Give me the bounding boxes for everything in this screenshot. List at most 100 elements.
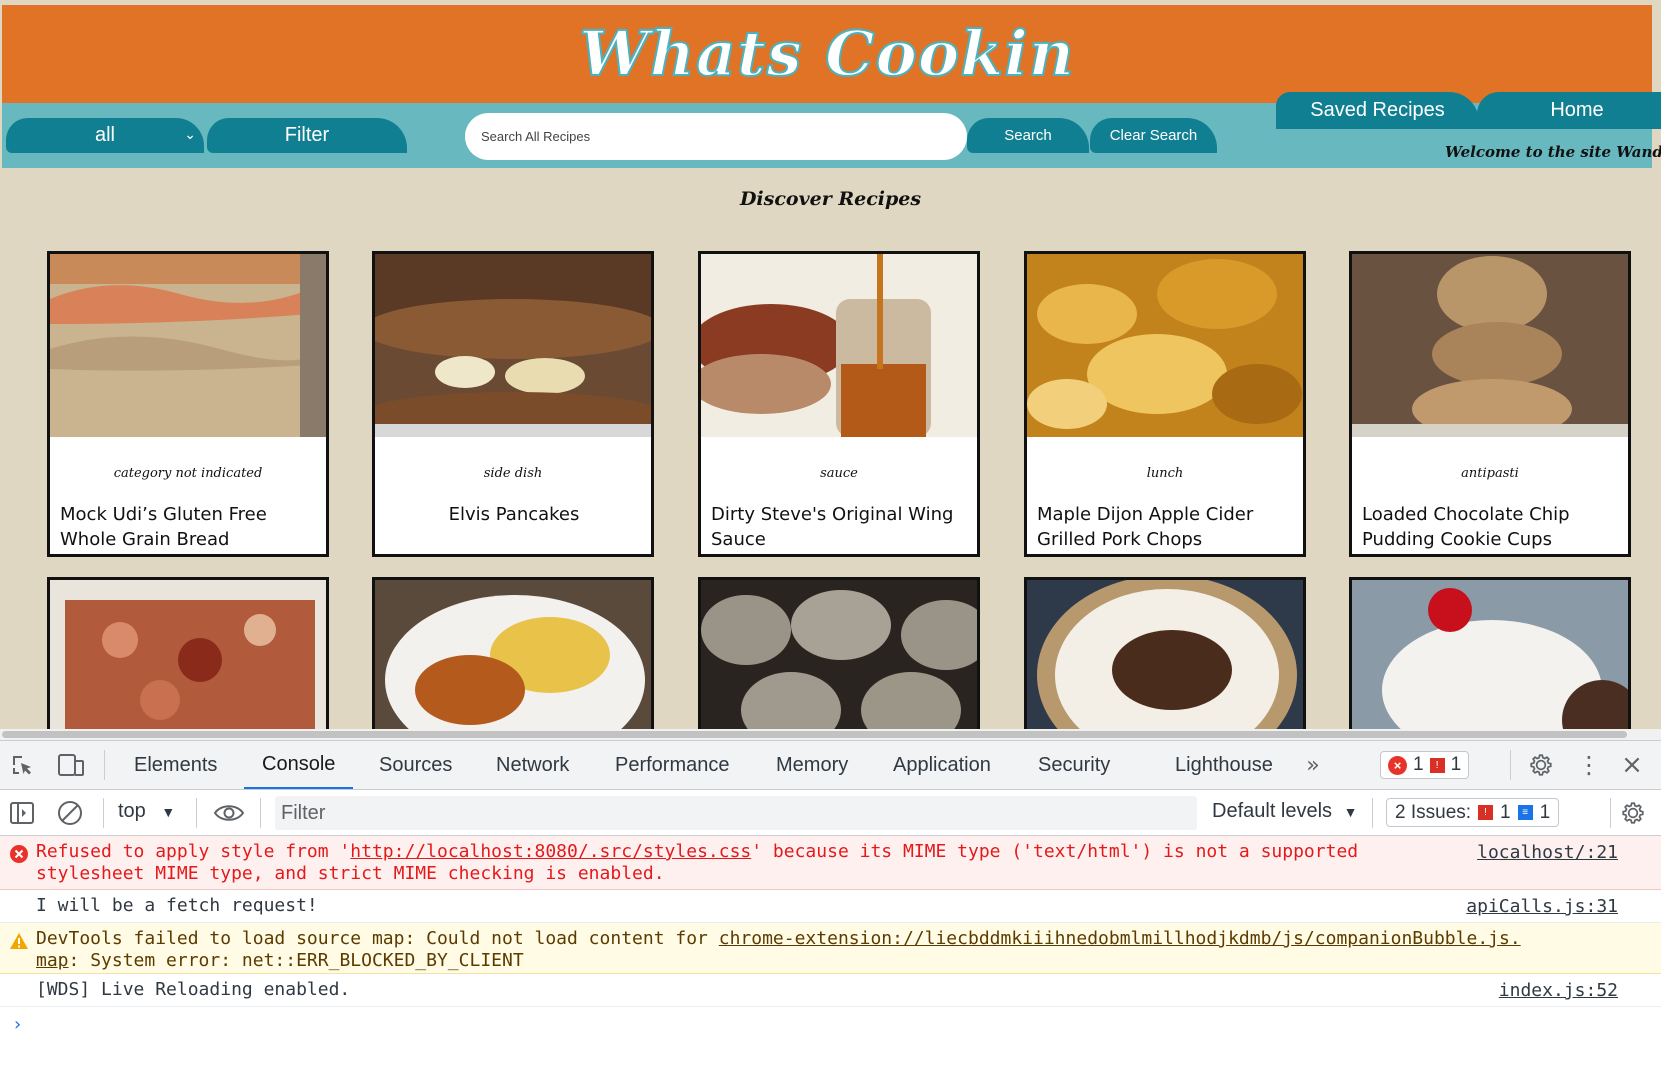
search-input[interactable]: Search All Recipes	[465, 113, 967, 160]
warning-icon	[10, 933, 28, 949]
recipe-card[interactable]: side dish Elvis Pancakes	[372, 251, 654, 557]
console-log-message: I will be a fetch request! apiCalls.js:3…	[0, 890, 1661, 923]
more-options-icon[interactable]: ⋮	[1576, 751, 1602, 779]
issue-flag-icon: !	[1429, 757, 1445, 773]
tab-network[interactable]: Network	[496, 741, 569, 789]
tab-elements[interactable]: Elements	[134, 741, 217, 789]
source-map-link[interactable]: chrome-extension://liecbddmkiiihnedobmlm…	[719, 928, 1521, 949]
log-levels-value: Default levels	[1212, 800, 1333, 822]
toolbar-divider	[260, 798, 261, 828]
category-select-value: all	[94, 124, 115, 146]
saved-recipes-button[interactable]: Saved Recipes	[1276, 92, 1479, 129]
caret-down-icon: ▼	[161, 804, 176, 820]
log-levels-select[interactable]: Default levels ▼	[1212, 800, 1357, 823]
error-icon	[10, 845, 28, 863]
console-settings-gear-icon[interactable]	[1618, 799, 1648, 827]
console-messages: Refused to apply style from 'http://loca…	[0, 836, 1661, 1079]
page-horizontal-scrollbar[interactable]	[0, 729, 1661, 740]
chocolate-tart-photo	[1027, 580, 1303, 735]
more-tabs-icon[interactable]: »	[1300, 751, 1326, 779]
toolbar-divider	[1510, 750, 1511, 780]
settings-gear-icon[interactable]	[1526, 751, 1556, 779]
log-text: [WDS] Live Reloading enabled.	[36, 979, 351, 1000]
tab-console[interactable]: Console	[244, 741, 354, 789]
error-line-2: stylesheet MIME type, and strict MIME ch…	[36, 863, 665, 884]
tab-security[interactable]: Security	[1038, 741, 1110, 789]
filter-placeholder: Filter	[281, 801, 326, 824]
stylesheet-link[interactable]: http://localhost:8080/.src/styles.css	[350, 841, 751, 862]
recipe-category: side dish	[483, 466, 543, 481]
context-select[interactable]: top ▼	[118, 800, 175, 823]
chevron-down-icon: ⌄	[184, 126, 196, 142]
clear-console-icon[interactable]	[56, 799, 84, 827]
scrollbar-thumb[interactable]	[2, 731, 1627, 738]
message-source-link[interactable]: apiCalls.js:31	[1466, 896, 1618, 917]
caret-down-icon: ▼	[1343, 804, 1358, 820]
close-icon[interactable]: ×	[1618, 750, 1646, 780]
recipe-category: category not indicated	[113, 466, 263, 481]
warning-line-1: DevTools failed to load source map: Coul…	[36, 928, 1521, 950]
console-warning-message: DevTools failed to load source map: Coul…	[0, 923, 1661, 974]
chicken-slaw-photo	[375, 580, 651, 735]
search-placeholder: Search All Recipes	[481, 129, 591, 144]
issues-info-count: 1	[1539, 801, 1551, 823]
issues-button[interactable]: 2 Issues: ! 1 ≡ 1	[1386, 798, 1560, 827]
recipe-card[interactable]	[372, 577, 654, 735]
cookies-rack-photo	[701, 580, 977, 735]
issues-error-count: 1	[1500, 801, 1511, 823]
pork-chops-photo	[1027, 254, 1303, 437]
sauce-jar-photo	[701, 254, 977, 437]
tab-sources[interactable]: Sources	[379, 741, 452, 789]
inspect-element-icon[interactable]	[8, 751, 36, 779]
issue-flag-count: 1	[1450, 754, 1462, 775]
issues-label: 2 Issues:	[1395, 801, 1472, 823]
recipe-category: lunch	[1146, 466, 1184, 481]
message-source-link[interactable]: localhost/:21	[1477, 842, 1618, 863]
filter-button[interactable]: Filter	[207, 118, 407, 153]
clear-search-button[interactable]: Clear Search	[1090, 118, 1217, 153]
search-button[interactable]: Search	[967, 118, 1089, 153]
recipe-card[interactable]: lunch Maple Dijon Apple Cider Grilled Po…	[1024, 251, 1306, 557]
device-toolbar-icon[interactable]	[56, 751, 86, 779]
home-button[interactable]: Home	[1477, 92, 1661, 129]
site-title: Whats Cookin	[578, 16, 1075, 91]
toolbar-divider	[196, 798, 197, 828]
error-count-badge[interactable]: × 1 ! 1	[1380, 751, 1470, 779]
message-source-link[interactable]: index.js:52	[1499, 980, 1618, 1001]
pizza-casserole-photo	[50, 580, 326, 735]
recipe-card[interactable]	[1349, 577, 1631, 735]
tab-lighthouse[interactable]: Lighthouse	[1175, 741, 1273, 789]
site-header: Whats Cookin	[2, 5, 1652, 103]
error-text: ' because its MIME type ('text/html') is…	[751, 841, 1359, 862]
error-icon: ×	[1388, 755, 1407, 775]
console-prompt-chevron-icon[interactable]: ›	[12, 1014, 23, 1035]
discover-title: Discover Recipes	[739, 188, 922, 210]
error-line-1: Refused to apply style from 'http://loca…	[36, 841, 1358, 863]
recipe-card[interactable]	[1024, 577, 1306, 735]
recipe-name: Elvis Pancakes	[448, 504, 580, 525]
error-text: Refused to apply style from '	[36, 841, 351, 862]
tab-memory[interactable]: Memory	[776, 741, 848, 789]
tab-performance[interactable]: Performance	[615, 741, 730, 789]
recipe-category: antipasti	[1461, 466, 1519, 481]
issue-info-icon: ≡	[1517, 805, 1533, 820]
sidebar-toggle-icon[interactable]	[8, 799, 36, 827]
recipe-card[interactable]	[47, 577, 329, 735]
devtools-tab-bar: Elements Console Sources Network Perform…	[0, 741, 1661, 790]
recipe-card[interactable]: sauce Dirty Steve's Original Wing Sauce	[698, 251, 980, 557]
recipe-card[interactable]: antipasti Loaded Chocolate Chip Pudding …	[1349, 251, 1631, 557]
console-error-message: Refused to apply style from 'http://loca…	[0, 836, 1661, 890]
recipe-category: sauce	[820, 466, 858, 481]
category-select[interactable]: all ⌄	[6, 118, 204, 153]
recipe-card[interactable]: category not indicated Mock Udi’s Gluten…	[47, 251, 329, 557]
recipe-card[interactable]	[698, 577, 980, 735]
console-filter-input[interactable]: Filter	[275, 796, 1197, 830]
pancakes-photo	[375, 254, 651, 437]
cookie-stack-photo	[1352, 254, 1628, 437]
eye-icon[interactable]	[212, 799, 246, 827]
ice-cream-cherry-photo	[1352, 580, 1628, 735]
source-map-link-end[interactable]: map	[36, 950, 69, 971]
tab-application[interactable]: Application	[893, 741, 991, 789]
context-value: top	[118, 800, 146, 822]
recipe-name: Dirty Steve's Original Wing Sauce	[711, 504, 954, 550]
